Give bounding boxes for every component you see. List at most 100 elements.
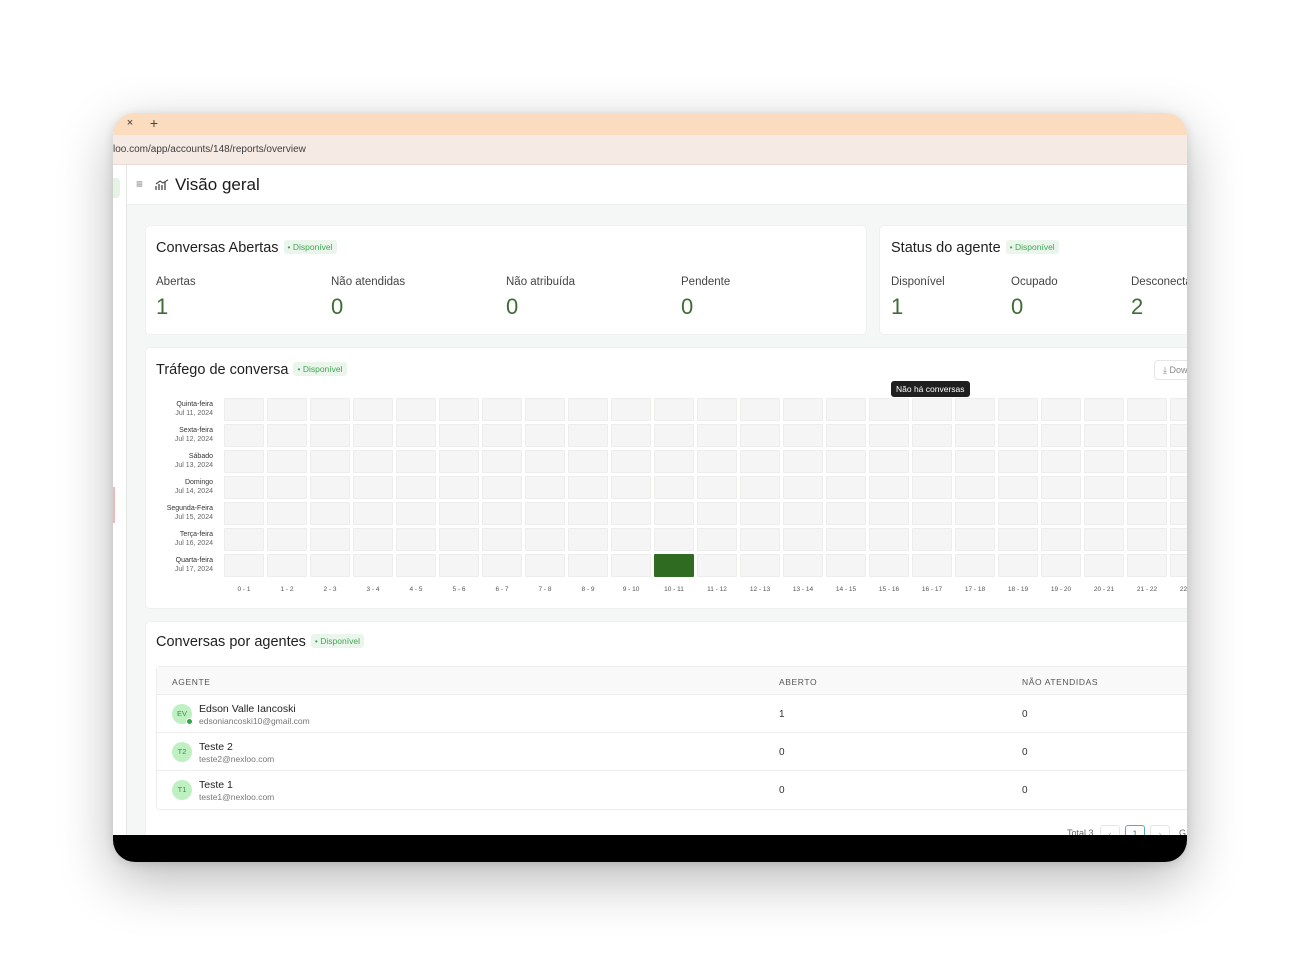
heatmap-cell[interactable] [525, 554, 565, 577]
heatmap-cell[interactable] [525, 398, 565, 421]
heatmap-cell[interactable] [482, 450, 522, 473]
heatmap-cell[interactable] [611, 476, 651, 499]
heatmap-cell[interactable] [353, 528, 393, 551]
heatmap-cell[interactable] [1084, 502, 1124, 525]
heatmap-cell[interactable] [439, 450, 479, 473]
heatmap-cell[interactable] [611, 502, 651, 525]
heatmap-cell[interactable] [654, 502, 694, 525]
heatmap-cell[interactable] [439, 476, 479, 499]
heatmap-cell[interactable] [912, 554, 952, 577]
heatmap-cell[interactable] [267, 528, 307, 551]
heatmap-cell[interactable] [310, 398, 350, 421]
heatmap-cell[interactable] [439, 554, 479, 577]
heatmap-cell[interactable] [1041, 398, 1081, 421]
heatmap-cell[interactable] [611, 450, 651, 473]
heatmap-cell[interactable] [1127, 398, 1167, 421]
heatmap-cell[interactable] [568, 424, 608, 447]
heatmap-cell[interactable] [826, 398, 866, 421]
heatmap-cell[interactable] [869, 554, 909, 577]
heatmap-cell[interactable] [869, 528, 909, 551]
heatmap-cell[interactable] [869, 502, 909, 525]
heatmap-cell[interactable] [740, 450, 780, 473]
heatmap-cell[interactable] [224, 424, 264, 447]
heatmap-cell[interactable] [783, 424, 823, 447]
heatmap-cell[interactable] [955, 424, 995, 447]
heatmap-cell[interactable] [353, 424, 393, 447]
heatmap-cell[interactable] [439, 424, 479, 447]
heatmap-cell[interactable] [1127, 476, 1167, 499]
heatmap-cell[interactable] [998, 528, 1038, 551]
heatmap-cell[interactable] [697, 424, 737, 447]
heatmap-cell[interactable] [224, 528, 264, 551]
heatmap-cell[interactable] [697, 528, 737, 551]
heatmap-cell[interactable] [310, 424, 350, 447]
heatmap-cell[interactable] [224, 502, 264, 525]
heatmap-cell[interactable] [1041, 528, 1081, 551]
heatmap-cell[interactable] [353, 554, 393, 577]
heatmap-cell[interactable] [611, 528, 651, 551]
heatmap-cell[interactable] [955, 554, 995, 577]
heatmap-cell[interactable] [525, 424, 565, 447]
heatmap-cell[interactable] [955, 476, 995, 499]
download-button[interactable]: ⤓ Download [1154, 360, 1187, 380]
heatmap-cell[interactable] [224, 554, 264, 577]
heatmap-cell[interactable] [654, 398, 694, 421]
heatmap-cell[interactable] [1170, 502, 1187, 525]
heatmap-cell[interactable] [998, 398, 1038, 421]
heatmap-cell[interactable] [998, 424, 1038, 447]
heatmap-cell[interactable] [267, 554, 307, 577]
heatmap-cell[interactable] [224, 450, 264, 473]
heatmap-cell[interactable] [482, 554, 522, 577]
heatmap-cell[interactable] [611, 398, 651, 421]
heatmap-cell[interactable] [697, 502, 737, 525]
heatmap-cell[interactable] [525, 502, 565, 525]
heatmap-cell[interactable] [353, 502, 393, 525]
heatmap-cell[interactable] [1084, 424, 1124, 447]
heatmap-cell[interactable] [224, 476, 264, 499]
heatmap-cell[interactable] [396, 554, 436, 577]
heatmap-cell[interactable] [740, 502, 780, 525]
address-bar[interactable]: loo.com/app/accounts/148/reports/overvie… [113, 135, 1187, 165]
table-row[interactable]: EV Edson Valle Iancoski edsoniancoski10@… [157, 695, 1187, 733]
heatmap-cell[interactable] [912, 424, 952, 447]
heatmap-cell[interactable] [826, 528, 866, 551]
heatmap-cell[interactable] [826, 502, 866, 525]
heatmap-cell[interactable] [1084, 554, 1124, 577]
heatmap-cell[interactable] [482, 476, 522, 499]
heatmap-cell[interactable] [525, 476, 565, 499]
heatmap-cell[interactable] [482, 424, 522, 447]
column-header-unattended[interactable]: NÃO ATENDIDAS [1022, 677, 1098, 687]
table-row[interactable]: T2 Teste 2 teste2@nexloo.com 0 0 [157, 733, 1187, 771]
heatmap-cell[interactable] [1127, 554, 1167, 577]
heatmap-cell[interactable] [783, 528, 823, 551]
heatmap-cell[interactable] [955, 502, 995, 525]
heatmap-cell[interactable] [783, 476, 823, 499]
heatmap-cell[interactable] [783, 502, 823, 525]
heatmap-cell[interactable] [1084, 476, 1124, 499]
heatmap-cell[interactable] [1170, 554, 1187, 577]
heatmap-cell[interactable] [1170, 528, 1187, 551]
heatmap-cell[interactable] [1041, 476, 1081, 499]
heatmap-cell[interactable] [740, 476, 780, 499]
heatmap-cell[interactable] [826, 554, 866, 577]
heatmap-cell[interactable] [869, 450, 909, 473]
heatmap-cell[interactable] [740, 398, 780, 421]
heatmap-cell[interactable] [1084, 398, 1124, 421]
heatmap-cell[interactable] [998, 502, 1038, 525]
heatmap-cell[interactable] [267, 502, 307, 525]
heatmap-cell[interactable] [1170, 424, 1187, 447]
heatmap-cell[interactable] [267, 424, 307, 447]
heatmap-cell[interactable] [912, 502, 952, 525]
heatmap-cell[interactable] [1127, 450, 1167, 473]
heatmap-cell[interactable] [1170, 450, 1187, 473]
heatmap-cell[interactable] [396, 398, 436, 421]
new-tab-icon[interactable]: + [147, 114, 161, 132]
heatmap-cell[interactable] [396, 476, 436, 499]
heatmap-cell[interactable] [869, 398, 909, 421]
heatmap-cell[interactable] [1127, 528, 1167, 551]
heatmap-cell[interactable] [654, 554, 694, 577]
heatmap-cell[interactable] [568, 554, 608, 577]
heatmap-cell[interactable] [654, 476, 694, 499]
heatmap-cell[interactable] [783, 450, 823, 473]
heatmap-cell[interactable] [869, 424, 909, 447]
